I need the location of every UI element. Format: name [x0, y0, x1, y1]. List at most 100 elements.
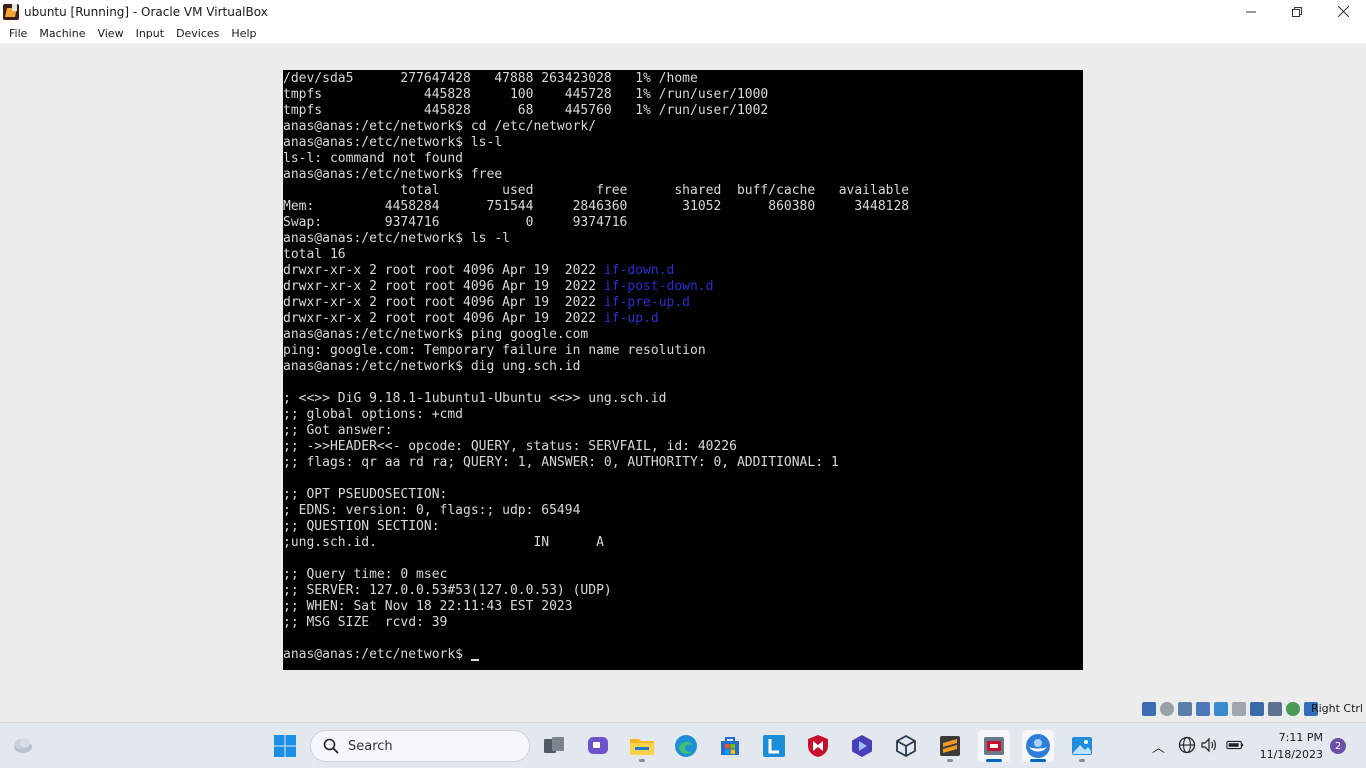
- folder-icon: [630, 739, 654, 755]
- chat-button[interactable]: [582, 730, 614, 762]
- virtualbox-app-icon: [3, 3, 19, 20]
- vm-terminal-screen[interactable]: /dev/sda5 277647428 47888 263423028 1% /…: [283, 70, 1083, 670]
- store-icon: [721, 737, 739, 755]
- vbox-status-bar: Right Ctrl: [0, 697, 1366, 722]
- terminal-line-text: ; EDNS: version: 0, flags:; udp: 65494: [283, 503, 581, 518]
- sublime-button[interactable]: [934, 730, 966, 762]
- terminal-line-text: ;; Got answer:: [283, 423, 393, 438]
- menu-view[interactable]: View: [91, 27, 129, 40]
- terminal-line-text: ls-l: command not found: [283, 151, 464, 166]
- terminal-line: ;; flags: qr aa rd ra; QUERY: 1, ANSWER:…: [283, 455, 839, 471]
- windows-taskbar: Search ︿ 7:11 PM 11/18/2023 2: [0, 722, 1366, 768]
- close-button[interactable]: [1320, 0, 1366, 23]
- terminal-line: ; <<>> DiG 9.18.1-1ubuntu1-Ubuntu <<>> u…: [283, 391, 667, 407]
- terminal-line: anas@anas:/etc/network$ dig ung.sch.id: [283, 359, 580, 375]
- host-key-label[interactable]: Right Ctrl: [1311, 702, 1363, 715]
- video-app-button[interactable]: [846, 730, 878, 762]
- terminal-line-text: ;; ->>HEADER<<- opcode: QUERY, status: S…: [283, 439, 737, 454]
- l-letter-icon: [763, 735, 785, 757]
- terminal-line-text: anas@anas:/etc/network$: [283, 647, 471, 662]
- clock[interactable]: 7:11 PM 11/18/2023: [1260, 729, 1323, 763]
- file-explorer-button[interactable]: [626, 730, 658, 762]
- picture-icon: [1072, 737, 1092, 755]
- window-title: ubuntu [Running] - Oracle VM VirtualBox: [24, 4, 268, 19]
- terminal-line-text: total 16: [283, 247, 346, 262]
- terminal-line: drwxr-xr-x 2 root root 4096 Apr 19 2022 …: [283, 263, 674, 279]
- virtualbox-icon: [984, 737, 1004, 755]
- terminal-line-text: ;; MSG SIZE rcvd: 39: [283, 615, 448, 630]
- display-icon[interactable]: [1250, 702, 1264, 716]
- edge-browser-button[interactable]: [670, 730, 702, 762]
- terminal-line: ;; MSG SIZE rcvd: 39: [283, 615, 447, 631]
- search-icon: [323, 738, 339, 754]
- shield-icon: [808, 735, 828, 757]
- directory-name: if-pre-up.d: [603, 295, 690, 310]
- terminal-line-text: /dev/sda5 277647428 47888 263423028 1% /…: [283, 71, 698, 86]
- terminal-line-text: drwxr-xr-x 2 root root 4096 Apr 19 2022: [283, 295, 604, 310]
- menu-help[interactable]: Help: [225, 27, 262, 40]
- terminal-line-text: ;; QUESTION SECTION:: [283, 519, 440, 534]
- terminal-line-text: tmpfs 445828 68 445760 1% /run/user/1002: [283, 103, 769, 118]
- virtualbox-manager-button[interactable]: [978, 730, 1010, 762]
- shared-folders-icon[interactable]: [1232, 702, 1246, 716]
- volume-icon[interactable]: [1200, 736, 1218, 754]
- minimize-button[interactable]: [1228, 0, 1274, 23]
- restore-button[interactable]: [1274, 0, 1320, 23]
- network-icon[interactable]: [1196, 702, 1210, 716]
- cpu-icon[interactable]: [1286, 702, 1300, 716]
- terminal-line-text: ;; flags: qr aa rd ra; QUERY: 1, ANSWER:…: [283, 455, 839, 470]
- clock-date: 11/18/2023: [1259, 748, 1323, 761]
- restore-icon: [1292, 6, 1302, 17]
- terminal-line-text: Swap: 9374716 0 9374716: [283, 215, 628, 230]
- globe-language-icon[interactable]: [1178, 736, 1196, 754]
- battery-icon[interactable]: [1226, 736, 1244, 754]
- harddisk-icon[interactable]: [1142, 702, 1156, 716]
- optical-drive-icon[interactable]: [1160, 702, 1174, 716]
- menu-devices[interactable]: Devices: [170, 27, 225, 40]
- terminal-line-text: drwxr-xr-x 2 root root 4096 Apr 19 2022: [283, 279, 604, 294]
- start-button[interactable]: [269, 730, 301, 762]
- menu-input[interactable]: Input: [130, 27, 170, 40]
- weather-cloud-icon[interactable]: [12, 735, 34, 755]
- terminal-line: drwxr-xr-x 2 root root 4096 Apr 19 2022 …: [283, 295, 690, 311]
- sublime-icon: [940, 736, 960, 756]
- task-view-button[interactable]: [538, 730, 570, 762]
- play-hexagon-icon: [852, 735, 872, 757]
- menu-machine[interactable]: Machine: [33, 27, 91, 40]
- terminal-line: ;ung.sch.id. IN A: [283, 535, 604, 551]
- terminal-line: ;; WHEN: Sat Nov 18 22:11:43 EST 2023: [283, 599, 573, 615]
- terminal-line: anas@anas:/etc/network$ free: [283, 167, 502, 183]
- 3d-app-button[interactable]: [890, 730, 922, 762]
- notification-badge[interactable]: 2: [1330, 738, 1346, 754]
- terminal-line-text: total used free shared buff/cache availa…: [283, 183, 910, 198]
- terminal-line-text: anas@anas:/etc/network$ ls-l: [283, 135, 503, 150]
- terminal-line: anas@anas:/etc/network$ cd /etc/network/: [283, 119, 596, 135]
- terminal-line-text: ;; SERVER: 127.0.0.53#53(127.0.0.53) (UD…: [283, 583, 612, 598]
- microsoft-store-button[interactable]: [714, 730, 746, 762]
- terminal-line-text: anas@anas:/etc/network$ ping google.com: [283, 327, 589, 342]
- terminal-line: Mem: 4458284 751544 2846360 31052 860380…: [283, 199, 909, 215]
- terminal-line: ;; Query time: 0 msec: [283, 567, 447, 583]
- terminal-line: ls-l: command not found: [283, 151, 463, 167]
- terminal-line-text: drwxr-xr-x 2 root root 4096 Apr 19 2022: [283, 263, 604, 278]
- virtualbox-vm-button[interactable]: [1022, 730, 1054, 762]
- terminal-line: anas@anas:/etc/network$ ls-l: [283, 135, 502, 151]
- l-app-button[interactable]: [758, 730, 790, 762]
- terminal-line: total used free shared buff/cache availa…: [283, 183, 909, 199]
- terminal-line-text: tmpfs 445828 100 445728 1% /run/user/100…: [283, 87, 769, 102]
- menu-file[interactable]: File: [3, 27, 33, 40]
- mcafee-button[interactable]: [802, 730, 834, 762]
- vm-display-area: /dev/sda5 277647428 47888 263423028 1% /…: [0, 43, 1366, 697]
- audio-icon[interactable]: [1178, 702, 1192, 716]
- terminal-line-text: ;; Query time: 0 msec: [283, 567, 448, 582]
- taskbar-search-box[interactable]: Search: [310, 730, 530, 762]
- window-title-bar[interactable]: ubuntu [Running] - Oracle VM VirtualBox: [0, 0, 1366, 23]
- terminal-line-text: anas@anas:/etc/network$ dig ung.sch.id: [283, 359, 581, 374]
- usb-icon[interactable]: [1214, 702, 1228, 716]
- terminal-line: ; EDNS: version: 0, flags:; udp: 65494: [283, 503, 580, 519]
- terminal-line: tmpfs 445828 100 445728 1% /run/user/100…: [283, 87, 768, 103]
- show-hidden-icons-chevron-icon[interactable]: ︿: [1152, 737, 1165, 756]
- recording-icon[interactable]: [1268, 702, 1282, 716]
- photos-app-button[interactable]: [1066, 730, 1098, 762]
- terminal-line-text: ;; global options: +cmd: [283, 407, 464, 422]
